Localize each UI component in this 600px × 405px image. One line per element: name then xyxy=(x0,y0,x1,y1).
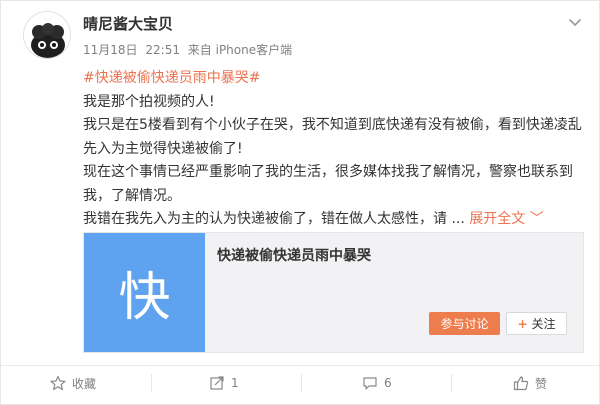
expand-label: 展开全文 xyxy=(469,211,526,227)
action-bar-divider xyxy=(1,365,600,366)
content-line: 我错在我先入为主的认为快递被偷了，错在做人太感性，请 ... xyxy=(83,211,465,227)
comment-icon xyxy=(363,377,377,390)
avatar-cat-image: · · · xyxy=(24,12,70,58)
expand-chevron-icon: ﹀ xyxy=(529,211,544,227)
content-line: 现在这个事情已经严重影响了我的生活，很多媒体找我了解情况，警察也联系到我，了解情… xyxy=(83,164,573,204)
content-line: 我是那个拍视频的人! xyxy=(83,93,215,110)
chevron-down-icon[interactable] xyxy=(567,15,583,31)
collect-button[interactable]: 收藏 xyxy=(50,370,96,396)
action-separator xyxy=(451,374,452,392)
follow-label: 关注 xyxy=(531,317,556,331)
hashtag-link[interactable]: #快递被偷快递员雨中暴哭# xyxy=(83,67,583,91)
share-button[interactable]: 1 xyxy=(209,370,239,396)
share-icon xyxy=(210,376,224,390)
topic-thumbnail-char: 快 xyxy=(118,268,171,328)
comment-button[interactable]: 6 xyxy=(362,370,392,396)
plus-icon: + xyxy=(517,316,528,331)
content-line-last: 我错在我先入为主的认为快递被偷了，错在做人太感性，请 ... 展开全文 ﹀ xyxy=(83,208,583,232)
thumbs-up-icon xyxy=(513,376,529,391)
expand-full-text-link[interactable]: 展开全文 ﹀ xyxy=(469,211,543,227)
post-source[interactable]: 来自 iPhone客户端 xyxy=(188,43,292,57)
like-button[interactable]: 赞 xyxy=(513,370,547,396)
comment-count: 6 xyxy=(384,376,392,390)
svg-text:· · ·: · · · xyxy=(45,17,51,22)
star-icon xyxy=(50,375,66,391)
post-meta: 11月18日 22:51 来自 iPhone客户端 xyxy=(83,41,296,58)
collect-label: 收藏 xyxy=(72,376,97,391)
post-time[interactable]: 22:51 xyxy=(145,43,180,57)
post-content: #快递被偷快递员雨中暴哭# 我是那个拍视频的人! 我只是在5楼看到有个小伙子在哭… xyxy=(83,67,583,232)
topic-thumbnail: 快 xyxy=(84,233,205,352)
action-separator xyxy=(301,374,302,392)
join-discussion-button[interactable]: 参与讨论 xyxy=(429,312,500,335)
share-count: 1 xyxy=(231,376,239,390)
action-separator xyxy=(151,374,152,392)
post-date[interactable]: 11月18日 xyxy=(83,43,138,57)
avatar[interactable]: · · · xyxy=(23,11,71,59)
like-label: 赞 xyxy=(535,376,548,391)
weibo-post: · · · 晴尼酱大宝贝 11月18日 22:51 来自 iPhone客户端 #… xyxy=(0,0,600,405)
follow-button[interactable]: + 关注 xyxy=(506,312,567,335)
topic-title[interactable]: 快递被偷快递员雨中暴哭 xyxy=(217,245,371,265)
content-line: 我只是在5楼看到有个小伙子在哭，我不知道到底快递有没有被偷，看到快递凌乱先入为主… xyxy=(83,117,582,157)
topic-card[interactable]: 快 快递被偷快递员雨中暴哭 参与讨论 + 关注 xyxy=(83,232,584,353)
user-name[interactable]: 晴尼酱大宝贝 xyxy=(83,13,173,34)
